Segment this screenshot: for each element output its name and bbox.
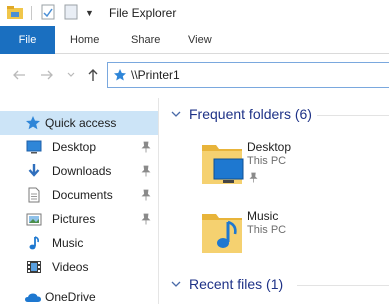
- sidebar-item-label: Documents: [52, 188, 113, 202]
- folder-tile-desktop[interactable]: Desktop This PC: [201, 139, 389, 195]
- tile-name: Desktop: [247, 140, 292, 154]
- content-pane: Frequent folders (6) Desktop This PC Mus…: [159, 98, 389, 304]
- music-icon: [29, 236, 39, 250]
- tab-home[interactable]: Home: [70, 26, 99, 54]
- pin-icon[interactable]: [141, 213, 151, 225]
- sidebar-item-pictures[interactable]: Pictures: [0, 207, 158, 231]
- sidebar-item-label: Videos: [52, 260, 89, 274]
- sidebar-item-downloads[interactable]: Downloads: [0, 159, 158, 183]
- onedrive-icon: [25, 293, 41, 302]
- toolbar-separator: [31, 6, 32, 20]
- group-divider: [317, 115, 389, 116]
- sidebar-item-onedrive[interactable]: OneDrive: [0, 285, 158, 304]
- videos-icon: [27, 261, 41, 273]
- sidebar-item-label: Pictures: [52, 212, 96, 226]
- group-title: Frequent folders (6): [189, 106, 312, 122]
- documents-icon: [28, 187, 40, 203]
- desktop-folder-icon: [202, 145, 244, 184]
- sidebar-item-desktop[interactable]: Desktop: [0, 135, 158, 159]
- sidebar-item-label: Desktop: [52, 140, 97, 154]
- quick-access-toolbar-dropdown-icon[interactable]: ▼: [85, 8, 94, 18]
- title-bar: ▼ File Explorer: [0, 0, 389, 26]
- tab-view[interactable]: View: [188, 26, 212, 54]
- folder-icon: [7, 6, 23, 19]
- music-folder-icon: [202, 214, 242, 253]
- sidebar-item-label: OneDrive: [45, 290, 96, 304]
- sidebar-item-label: Quick access: [45, 116, 117, 130]
- frequent-folders-header[interactable]: Frequent folders (6): [167, 104, 389, 126]
- pin-icon[interactable]: [141, 189, 151, 201]
- address-path[interactable]: \\Printer1: [131, 68, 180, 82]
- up-arrow-icon[interactable]: [86, 68, 100, 82]
- tile-location: This PC: [247, 224, 287, 236]
- navigation-pane: Quick access Desktop Downloads Documents…: [0, 98, 158, 304]
- tab-share[interactable]: Share: [131, 26, 160, 54]
- chevron-down-icon: [171, 111, 181, 117]
- window-title: File Explorer: [109, 6, 177, 20]
- sidebar-item-music[interactable]: Music: [0, 231, 158, 255]
- tile-name: Music: [247, 209, 279, 223]
- pin-icon[interactable]: [141, 165, 151, 177]
- sidebar-item-label: Music: [52, 236, 84, 250]
- sidebar-item-documents[interactable]: Documents: [0, 183, 158, 207]
- group-divider: [297, 285, 389, 286]
- pin-icon: [249, 172, 258, 183]
- forward-arrow-icon[interactable]: [40, 68, 54, 82]
- properties-icon[interactable]: [41, 4, 55, 20]
- file-explorer-window: ▼ File Explorer File Home Share View \\P…: [0, 0, 389, 304]
- chevron-down-icon: [171, 281, 181, 287]
- star-icon: [26, 116, 40, 130]
- address-row: \\Printer1: [0, 54, 389, 98]
- recent-locations-chevron-icon[interactable]: [66, 68, 76, 82]
- desktop-icon: [26, 140, 42, 154]
- quick-access-star-icon: [114, 69, 126, 81]
- sidebar-item-videos[interactable]: Videos: [0, 255, 158, 279]
- pictures-icon: [26, 213, 42, 226]
- tab-file[interactable]: File: [0, 26, 55, 54]
- folder-tile-music[interactable]: Music This PC: [201, 208, 389, 264]
- recent-files-header[interactable]: Recent files (1): [167, 274, 389, 296]
- downloads-icon: [28, 164, 40, 177]
- address-bar[interactable]: \\Printer1: [107, 62, 389, 88]
- new-folder-icon[interactable]: [64, 4, 78, 20]
- sidebar-item-quick-access[interactable]: Quick access: [0, 111, 158, 135]
- ribbon: File Home Share View: [0, 26, 389, 54]
- pin-icon[interactable]: [141, 141, 151, 153]
- back-arrow-icon[interactable]: [12, 68, 26, 82]
- group-title: Recent files (1): [189, 276, 284, 292]
- sidebar-item-label: Downloads: [52, 164, 112, 178]
- tile-location: This PC: [247, 155, 287, 167]
